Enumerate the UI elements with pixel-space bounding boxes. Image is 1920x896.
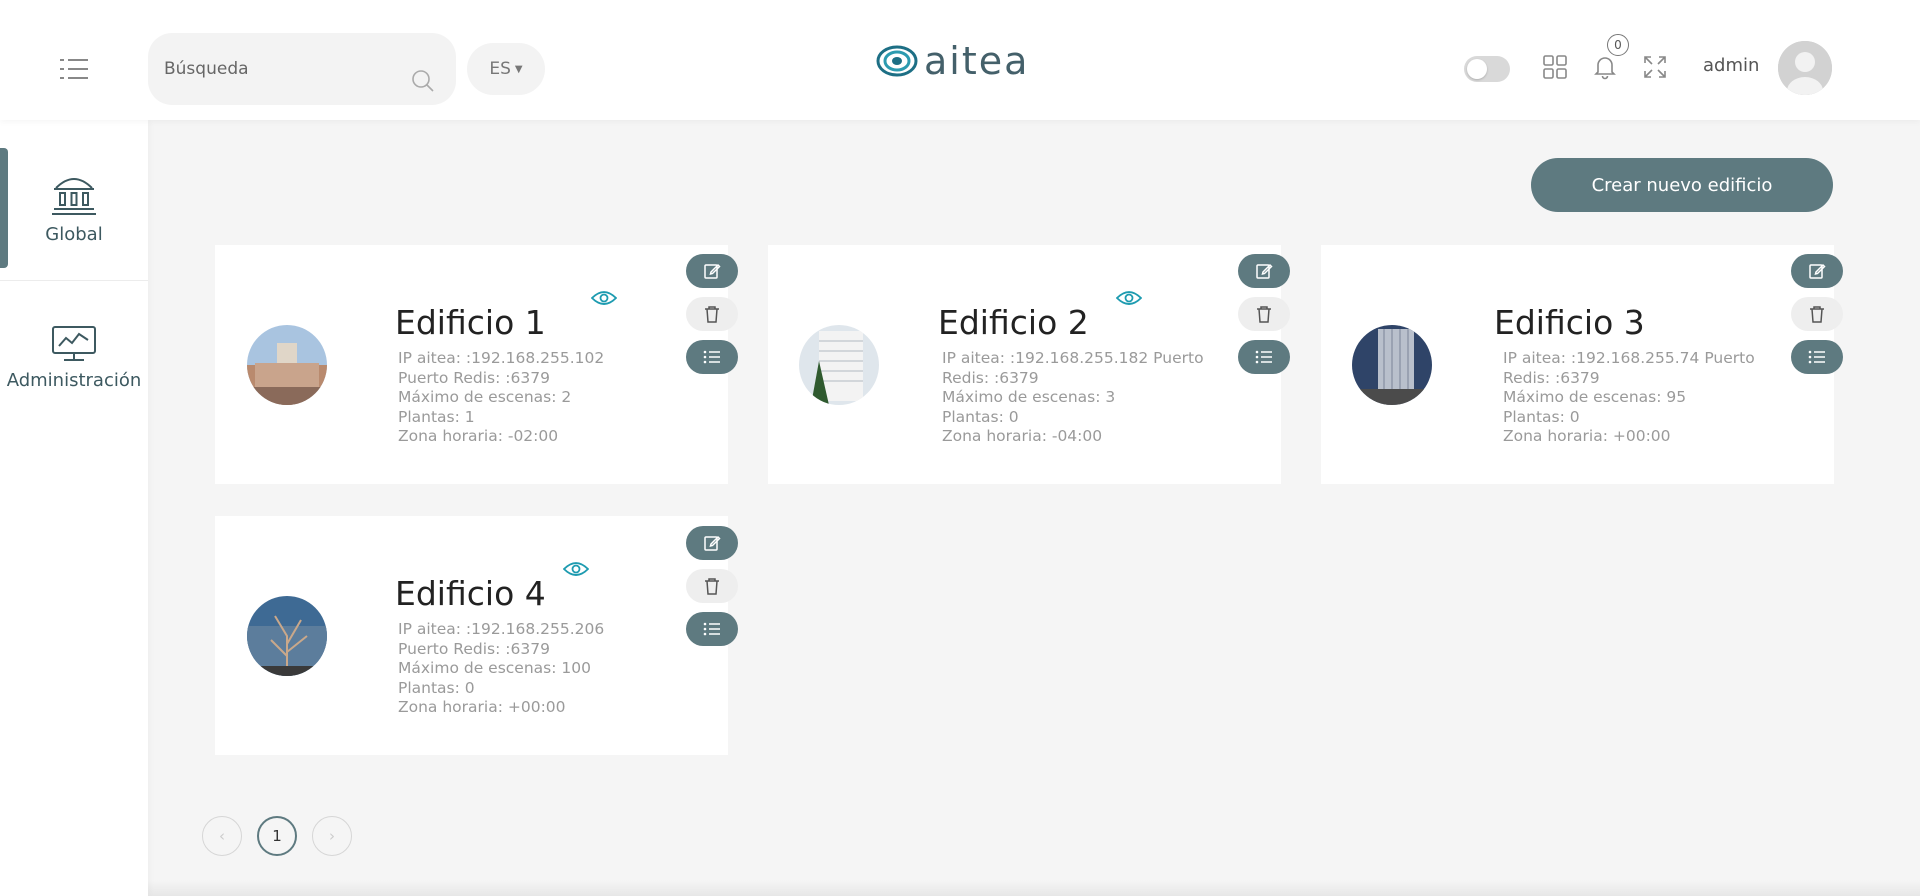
eye-icon[interactable] bbox=[1115, 289, 1143, 307]
building-floors: Plantas: 0 bbox=[398, 678, 475, 697]
menu-toggle-icon[interactable] bbox=[58, 58, 90, 80]
delete-building-button[interactable] bbox=[1238, 297, 1290, 331]
logo-text: aitea bbox=[924, 39, 1030, 83]
bottom-shadow bbox=[148, 880, 1920, 896]
building-max-scenes: Máximo de escenas: 2 bbox=[398, 388, 572, 406]
building-timezone: Zona horaria: +00:00 bbox=[1503, 427, 1671, 445]
delete-building-button[interactable] bbox=[1791, 297, 1843, 331]
building-card: Edificio 2 IP aitea: :192.168.255.182 Pu… bbox=[768, 245, 1281, 484]
list-building-button[interactable] bbox=[1238, 340, 1290, 374]
toggle-knob bbox=[1467, 59, 1487, 79]
language-label: ES bbox=[489, 59, 511, 79]
eye-icon[interactable] bbox=[590, 289, 618, 307]
edit-building-button[interactable] bbox=[1238, 254, 1290, 288]
edit-icon bbox=[704, 535, 721, 551]
edit-building-button[interactable] bbox=[686, 254, 738, 288]
edit-icon bbox=[1809, 263, 1826, 279]
building-thumbnail bbox=[247, 325, 327, 405]
building-ip: IP aitea: :192.168.255.182 Puerto Redis:… bbox=[942, 349, 1204, 387]
delete-building-button[interactable] bbox=[686, 569, 738, 603]
building-ip: IP aitea: :192.168.255.74 Puerto Redis: … bbox=[1503, 349, 1755, 387]
building-name: Edificio 2 bbox=[938, 303, 1089, 342]
user-name[interactable]: admin bbox=[1703, 55, 1759, 76]
sidebar-divider bbox=[0, 280, 148, 281]
fullscreen-icon[interactable] bbox=[1642, 54, 1672, 84]
trash-icon bbox=[1257, 306, 1271, 323]
list-icon bbox=[703, 622, 720, 636]
monitor-chart-icon bbox=[52, 326, 96, 361]
building-floors: Plantas: 0 bbox=[1503, 407, 1580, 426]
eye-icon[interactable] bbox=[562, 560, 590, 578]
top-bar: ES ▼ aitea 0 bbox=[0, 0, 1920, 120]
notification-count-badge: 0 bbox=[1607, 34, 1629, 56]
trash-icon bbox=[705, 306, 719, 323]
edit-building-button[interactable] bbox=[686, 526, 738, 560]
building-card: Edificio 4 IP aitea: :192.168.255.206 Pu… bbox=[215, 516, 728, 755]
trash-icon bbox=[705, 578, 719, 595]
sidebar-item-label: Administración bbox=[6, 370, 142, 391]
chevron-right-icon: › bbox=[329, 827, 335, 845]
apps-grid-icon[interactable] bbox=[1542, 54, 1572, 84]
trash-icon bbox=[1810, 306, 1824, 323]
building-timezone: Zona horaria: -02:00 bbox=[398, 427, 559, 445]
list-icon bbox=[1808, 350, 1825, 364]
building-max-scenes: Máximo de escenas: 100 bbox=[398, 659, 591, 677]
logo: aitea bbox=[876, 38, 1029, 84]
building-details: IP aitea: :192.168.255.74 Puerto Redis: … bbox=[1503, 349, 1803, 447]
building-icon bbox=[52, 178, 96, 215]
sidebar-item-label: Global bbox=[45, 224, 103, 245]
building-name: Edificio 3 bbox=[1494, 303, 1645, 342]
building-timezone: Zona horaria: +00:00 bbox=[398, 698, 566, 716]
search-icon[interactable] bbox=[410, 68, 436, 94]
search-input[interactable] bbox=[164, 33, 404, 105]
building-name: Edificio 1 bbox=[395, 303, 546, 342]
list-building-button[interactable] bbox=[686, 612, 738, 646]
building-ip: IP aitea: :192.168.255.102 Puerto Redis:… bbox=[398, 349, 605, 387]
edit-icon bbox=[1256, 263, 1273, 279]
language-selector[interactable]: ES ▼ bbox=[467, 43, 545, 95]
user-avatar[interactable] bbox=[1778, 41, 1832, 95]
list-icon bbox=[703, 350, 720, 364]
bell-icon[interactable] bbox=[1592, 54, 1622, 84]
chevron-left-icon: ‹ bbox=[219, 827, 225, 845]
building-details: IP aitea: :192.168.255.206 Puerto Redis:… bbox=[398, 620, 648, 718]
pagination-prev-button[interactable]: ‹ bbox=[202, 816, 242, 856]
logo-mark-icon bbox=[876, 45, 918, 77]
sidebar-item-global[interactable]: Global bbox=[0, 172, 148, 245]
building-timezone: Zona horaria: -04:00 bbox=[942, 427, 1103, 445]
list-building-button[interactable] bbox=[1791, 340, 1843, 374]
building-max-scenes: Máximo de escenas: 95 bbox=[1503, 388, 1687, 406]
building-name: Edificio 4 bbox=[395, 574, 546, 613]
create-building-button[interactable]: Crear nuevo edificio bbox=[1531, 158, 1833, 212]
building-thumbnail bbox=[1352, 325, 1432, 405]
sidebar-item-administracion[interactable]: Administración bbox=[0, 324, 148, 391]
edit-building-button[interactable] bbox=[1791, 254, 1843, 288]
building-details: IP aitea: :192.168.255.102 Puerto Redis:… bbox=[398, 349, 648, 447]
list-building-button[interactable] bbox=[686, 340, 738, 374]
building-thumbnail bbox=[247, 596, 327, 676]
delete-building-button[interactable] bbox=[686, 297, 738, 331]
list-icon bbox=[1255, 350, 1272, 364]
sidebar: Global Administración bbox=[0, 120, 148, 896]
theme-toggle[interactable] bbox=[1464, 56, 1510, 82]
pagination-next-button[interactable]: › bbox=[312, 816, 352, 856]
building-card: Edificio 3 IP aitea: :192.168.255.74 Pue… bbox=[1321, 245, 1834, 484]
building-floors: Plantas: 0 bbox=[942, 407, 1019, 426]
building-card: Edificio 1 IP aitea: :192.168.255.102 Pu… bbox=[215, 245, 728, 484]
building-ip: IP aitea: :192.168.255.206 Puerto Redis:… bbox=[398, 620, 605, 658]
edit-icon bbox=[704, 263, 721, 279]
building-floors: Plantas: 1 bbox=[398, 407, 475, 426]
building-thumbnail bbox=[799, 325, 879, 405]
building-details: IP aitea: :192.168.255.182 Puerto Redis:… bbox=[942, 349, 1242, 447]
pagination-page-button[interactable]: 1 bbox=[257, 816, 297, 856]
caret-down-icon: ▼ bbox=[514, 63, 523, 75]
building-max-scenes: Máximo de escenas: 3 bbox=[942, 388, 1116, 406]
